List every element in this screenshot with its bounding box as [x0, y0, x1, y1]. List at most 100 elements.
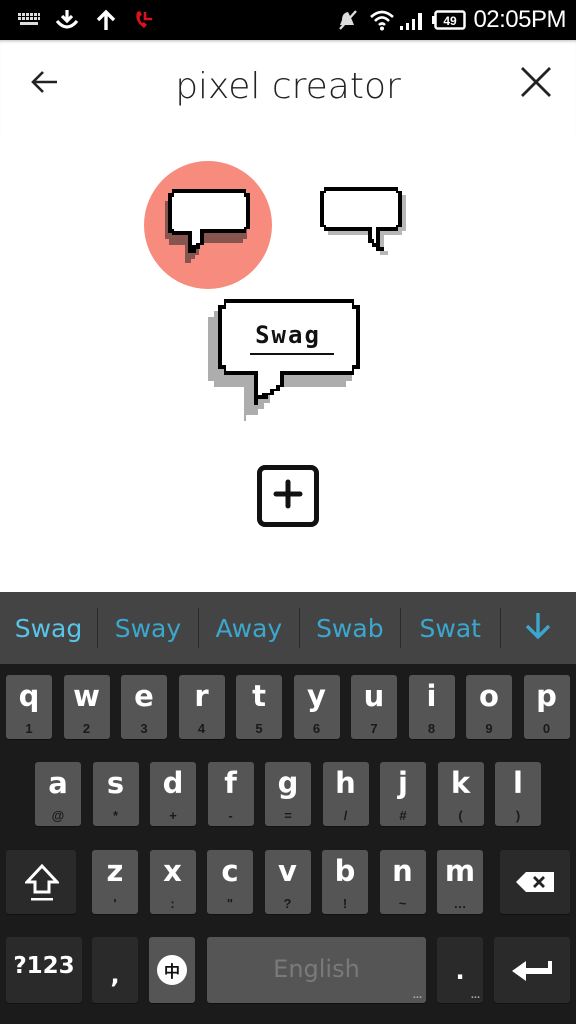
clock: 02:05PM [473, 6, 566, 33]
signal-icon [398, 8, 426, 32]
bubble-preview[interactable]: Swag [206, 295, 370, 425]
key-label: e [134, 679, 154, 713]
key-label: k [450, 766, 471, 800]
speech-bubble-icon [314, 187, 418, 273]
suggestion-item[interactable]: Swab [300, 592, 400, 664]
language-switch-key[interactable]: 中 [149, 937, 195, 1003]
key-w[interactable]: w2 [63, 675, 110, 739]
expand-suggestions-button[interactable] [501, 592, 576, 664]
key-label: l [513, 766, 523, 800]
key-label: x [163, 854, 182, 888]
period-key[interactable]: . ... [437, 937, 483, 1003]
key-p[interactable]: p0 [523, 675, 570, 739]
key-label: p [536, 679, 557, 713]
key-label: f [224, 766, 237, 800]
key-x[interactable]: x: [149, 850, 196, 914]
key-secondary-label: ( [458, 808, 463, 823]
key-secondary-label: 6 [312, 721, 321, 736]
key-r[interactable]: r4 [178, 675, 225, 739]
key-k[interactable]: k( [437, 762, 484, 826]
key-label: a [48, 766, 68, 800]
key-label: d [162, 766, 184, 800]
key-label: c [221, 854, 239, 888]
key-j[interactable]: j # [380, 762, 426, 826]
backspace-icon [516, 872, 556, 897]
key-label: o [479, 679, 499, 713]
key-label: v [278, 854, 297, 888]
key-o[interactable]: o9 [466, 675, 512, 739]
keyboard-icon [16, 8, 42, 32]
comma-key[interactable]: , [92, 937, 138, 1003]
suggestion-item[interactable]: Swat [401, 592, 500, 664]
preview-text-underline [250, 353, 334, 355]
backspace-key[interactable] [500, 850, 570, 914]
app-bar: pixel creator [0, 40, 576, 135]
symbols-key[interactable]: ?123 [6, 937, 82, 1003]
key-secondary-label: " [226, 896, 234, 911]
suggestion-item[interactable]: Away [199, 592, 299, 664]
key-g[interactable]: g = [265, 762, 311, 826]
add-button[interactable] [257, 465, 319, 527]
key-b[interactable]: b! [322, 850, 368, 914]
key-v[interactable]: v? [264, 850, 311, 914]
shift-icon [23, 863, 61, 907]
suggestion-strip: Swag Sway Away Swab Swat [0, 592, 576, 664]
preview-text: Swag [255, 321, 321, 349]
key-label: t [252, 679, 266, 713]
key-q[interactable]: q1 [6, 675, 52, 739]
key-secondary-label: + [169, 808, 177, 823]
key-secondary-label: 7 [370, 721, 378, 736]
bubble-option[interactable] [314, 181, 418, 269]
key-c[interactable]: c " [207, 850, 253, 914]
space-key-label: English [273, 955, 360, 983]
key-d[interactable]: d + [150, 762, 196, 826]
page-title: pixel creator [175, 66, 401, 107]
period-key-label: . [455, 957, 465, 985]
key-secondary-label: = [284, 808, 292, 823]
missed-call-icon [132, 8, 156, 32]
key-f[interactable]: f- [207, 762, 254, 826]
key-secondary-label: ~ [398, 896, 407, 911]
enter-key[interactable] [494, 937, 570, 1003]
soft-keyboard: Swag Sway Away Swab Swat ?123 , 中 Englis… [0, 592, 576, 1024]
key-label: i [426, 679, 437, 713]
bubble-option-selected[interactable] [144, 161, 272, 289]
key-label: j [398, 766, 408, 800]
key-a[interactable]: a @ [35, 762, 81, 826]
shift-key[interactable] [6, 850, 76, 914]
symbols-key-label: ?123 [13, 953, 75, 979]
key-secondary-label: 9 [485, 721, 493, 736]
speech-bubble-icon [158, 183, 258, 268]
muted-bell-icon [336, 8, 360, 32]
creator-canvas: Swag [0, 135, 576, 592]
key-secondary-label: ? [283, 896, 292, 911]
key-secondary-label: 4 [197, 721, 206, 736]
close-button[interactable] [516, 64, 556, 104]
key-i[interactable]: i8 [408, 675, 455, 739]
suggestion-item[interactable]: Swag [0, 592, 97, 664]
key-secondary-label: 2 [82, 721, 91, 736]
key-secondary-label: 3 [140, 721, 148, 736]
key-h[interactable]: h / [322, 762, 369, 826]
key-m[interactable]: m… [437, 850, 483, 914]
key-u[interactable]: u7 [351, 675, 397, 739]
suggestion-item[interactable]: Sway [98, 592, 198, 664]
key-label: r [194, 679, 209, 713]
key-secondary-label: # [399, 808, 407, 823]
key-s[interactable]: s * [92, 762, 139, 826]
key-secondary-label: 5 [255, 721, 263, 736]
space-more-indicator: ... [412, 989, 422, 1001]
key-label: h [335, 766, 356, 800]
key-l[interactable]: l) [495, 762, 541, 826]
key-secondary-label: … [453, 896, 467, 911]
key-secondary-label: ! [342, 896, 348, 911]
key-n[interactable]: n ~ [379, 850, 426, 914]
key-y[interactable]: y6 [293, 675, 340, 739]
key-e[interactable]: e3 [121, 675, 167, 739]
enter-icon [512, 959, 554, 986]
key-secondary-label: / [343, 808, 348, 823]
key-z[interactable]: z ' [92, 850, 138, 914]
space-key[interactable]: English ... [207, 937, 426, 1003]
key-t[interactable]: t5 [236, 675, 282, 739]
key-secondary-label: * [112, 808, 119, 823]
